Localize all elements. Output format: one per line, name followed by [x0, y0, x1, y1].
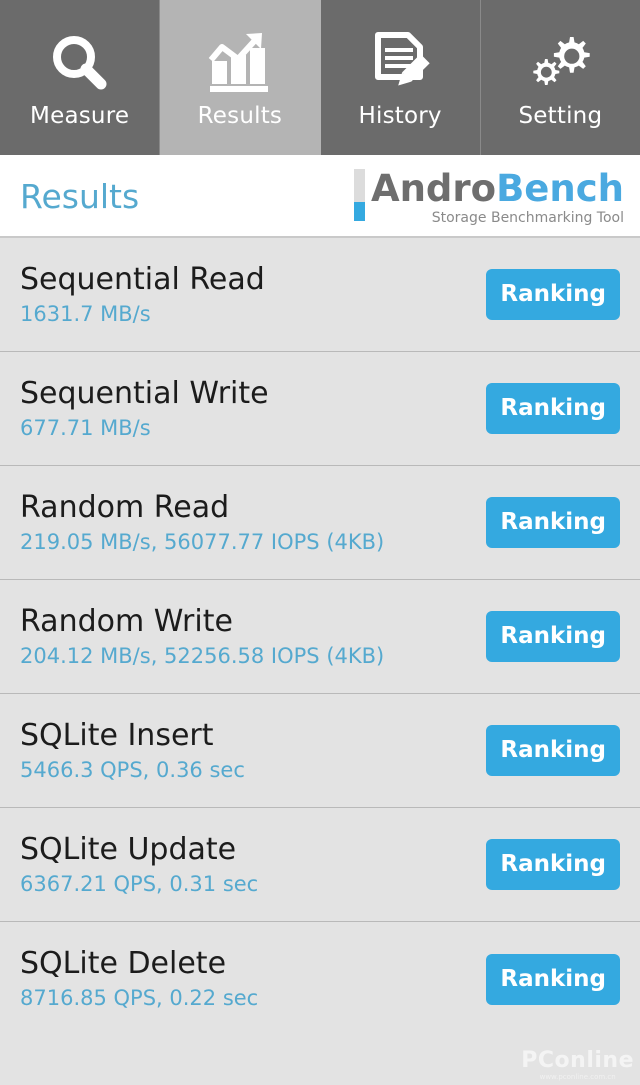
tab-setting[interactable]: Setting — [481, 0, 640, 155]
page-title: Results — [20, 177, 140, 216]
result-value: 677.71 MB/s — [20, 415, 151, 440]
page-header: Results AndroBench Storage Benchmarking … — [0, 155, 640, 238]
results-list: Sequential Read 1631.7 MB/s Ranking Sequ… — [0, 238, 640, 1036]
ranking-button[interactable]: Ranking — [486, 725, 620, 776]
table-row: SQLite Insert 5466.3 QPS, 0.36 sec Ranki… — [0, 694, 640, 808]
ranking-button[interactable]: Ranking — [486, 497, 620, 548]
magnifier-icon — [48, 27, 112, 99]
ranking-button[interactable]: Ranking — [486, 383, 620, 434]
result-name: Random Read — [20, 489, 230, 525]
result-info: SQLite Insert 5466.3 QPS, 0.36 sec — [20, 718, 486, 784]
table-row: Random Read 219.05 MB/s, 56077.77 IOPS (… — [0, 466, 640, 580]
result-info: Random Read 219.05 MB/s, 56077.77 IOPS (… — [20, 490, 486, 556]
androbench-logo: AndroBench Storage Benchmarking Tool — [353, 167, 624, 226]
result-name: SQLite Delete — [20, 946, 227, 981]
result-value: 204.12 MB/s, 52256.58 IOPS (4KB) — [20, 643, 385, 668]
gears-icon — [525, 27, 595, 99]
table-row: Sequential Read 1631.7 MB/s Ranking — [0, 238, 640, 352]
result-info: Sequential Write 677.71 MB/s — [20, 376, 486, 442]
document-pencil-icon — [368, 27, 432, 99]
logo-tagline: Storage Benchmarking Tool — [431, 210, 624, 226]
result-value: 8716.85 QPS, 0.22 sec — [20, 986, 259, 1010]
result-value: 1631.7 MB/s — [20, 301, 151, 326]
result-value: 6367.21 QPS, 0.31 sec — [20, 871, 259, 896]
table-row: Random Write 204.12 MB/s, 52256.58 IOPS … — [0, 580, 640, 694]
result-name: SQLite Insert — [20, 717, 214, 753]
tab-measure[interactable]: Measure — [0, 0, 161, 155]
bar-chart-icon — [206, 27, 274, 99]
result-info: SQLite Update 6367.21 QPS, 0.31 sec — [20, 832, 486, 898]
androbench-results-screen: Measure Results History Setting Results … — [0, 0, 640, 1085]
tab-results[interactable]: Results — [160, 0, 321, 155]
pconline-watermark: PConline www.pconline.com.cn — [521, 1048, 634, 1081]
table-row: SQLite Update 6367.21 QPS, 0.31 sec Rank… — [0, 808, 640, 922]
logo-word-secondary: Bench — [496, 167, 624, 210]
result-name: Sequential Read — [20, 261, 265, 297]
watermark-subtext: www.pconline.com.cn — [539, 1073, 616, 1081]
tab-measure-label: Measure — [30, 102, 130, 129]
result-name: Sequential Write — [20, 375, 269, 411]
tab-history-label: History — [358, 102, 442, 129]
top-navigation-bar: Measure Results History Setting — [0, 0, 640, 155]
table-row: Sequential Write 677.71 MB/s Ranking — [0, 352, 640, 466]
watermark-text: PConline — [521, 1048, 634, 1073]
tab-history[interactable]: History — [321, 0, 481, 155]
ranking-button[interactable]: Ranking — [486, 269, 620, 320]
result-info: SQLite Delete 8716.85 QPS, 0.22 sec — [20, 946, 486, 1012]
tab-results-label: Results — [197, 102, 283, 129]
ranking-button[interactable]: Ranking — [486, 953, 620, 1005]
result-name: SQLite Update — [20, 831, 237, 867]
tab-setting-label: Setting — [518, 102, 603, 129]
ranking-button[interactable]: Ranking — [486, 611, 620, 662]
result-info: Random Write 204.12 MB/s, 52256.58 IOPS … — [20, 604, 486, 670]
table-row: SQLite Delete 8716.85 QPS, 0.22 sec Rank… — [0, 922, 640, 1036]
ranking-button[interactable]: Ranking — [486, 839, 620, 890]
logo-bar-icon — [353, 169, 365, 221]
result-value: 219.05 MB/s, 56077.77 IOPS (4KB) — [20, 529, 385, 554]
logo-word-primary: Andro — [370, 167, 497, 210]
result-name: Random Write — [20, 603, 233, 639]
result-value: 5466.3 QPS, 0.36 sec — [20, 757, 245, 782]
result-info: Sequential Read 1631.7 MB/s — [20, 262, 486, 328]
